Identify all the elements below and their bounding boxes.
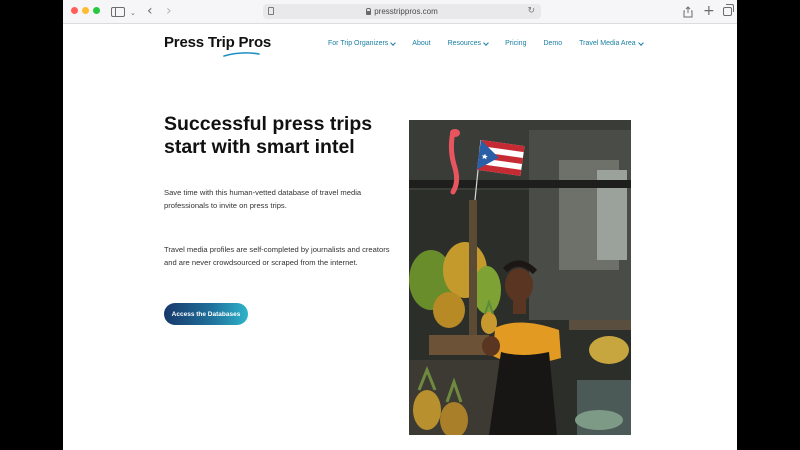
nav-label: Demo — [543, 40, 563, 47]
browser-toolbar: ⌄ ‹ › presstrippros.com ↻ + — [63, 0, 737, 24]
lock-icon — [366, 7, 372, 15]
access-databases-button[interactable]: Access the Databases — [164, 303, 248, 325]
close-window-button[interactable] — [71, 7, 78, 14]
share-icon[interactable] — [683, 3, 693, 24]
sidebar-icon[interactable] — [111, 7, 125, 17]
url-text: presstrippros.com — [374, 7, 438, 16]
chevron-down-icon — [390, 39, 397, 46]
tabs-icon[interactable] — [723, 4, 734, 16]
main-nav: For Trip Organizers About Resources Pric… — [328, 39, 660, 47]
hero-paragraph-1: Save time with this human-vetted databas… — [164, 188, 362, 210]
chevron-down-icon — [637, 39, 644, 46]
nav-travel-media-area[interactable]: Travel Media Area — [579, 39, 644, 47]
market-photo-illustration — [409, 120, 631, 435]
web-page: Press Trip Pros For Trip Organizers Abou… — [63, 24, 737, 450]
nav-label: About — [412, 40, 431, 47]
maximize-window-button[interactable] — [93, 7, 100, 14]
address-bar[interactable]: presstrippros.com ↻ — [263, 4, 541, 19]
page-icon — [268, 7, 274, 15]
nav-about[interactable]: About — [412, 40, 430, 47]
forward-icon[interactable]: › — [166, 2, 172, 20]
hero-photo — [409, 120, 631, 435]
nav-resources[interactable]: Resources — [447, 39, 489, 47]
nav-label: For Trip Organizers — [328, 40, 389, 47]
chevron-down-icon[interactable]: ⌄ — [130, 4, 136, 22]
nav-label: Resources — [447, 40, 482, 47]
nav-label: Travel Media Area — [579, 40, 636, 47]
chevron-down-icon — [483, 39, 489, 46]
reload-icon[interactable]: ↻ — [527, 4, 535, 19]
back-icon[interactable]: ‹ — [147, 2, 153, 20]
logo-underline — [223, 52, 260, 57]
minimize-window-button[interactable] — [82, 7, 89, 14]
hero-paragraph-2: Travel media profiles are self-completed… — [164, 245, 390, 267]
hero-headline: Successful press trips start with smart … — [164, 113, 373, 158]
plus-icon[interactable]: + — [703, 2, 715, 20]
nav-for-trip-organizers[interactable]: For Trip Organizers — [328, 39, 397, 47]
nav-label: Pricing — [505, 40, 527, 47]
nav-pricing[interactable]: Pricing — [505, 40, 526, 47]
nav-demo[interactable]: Demo — [543, 40, 562, 47]
site-logo[interactable]: Press Trip Pros — [164, 34, 271, 51]
